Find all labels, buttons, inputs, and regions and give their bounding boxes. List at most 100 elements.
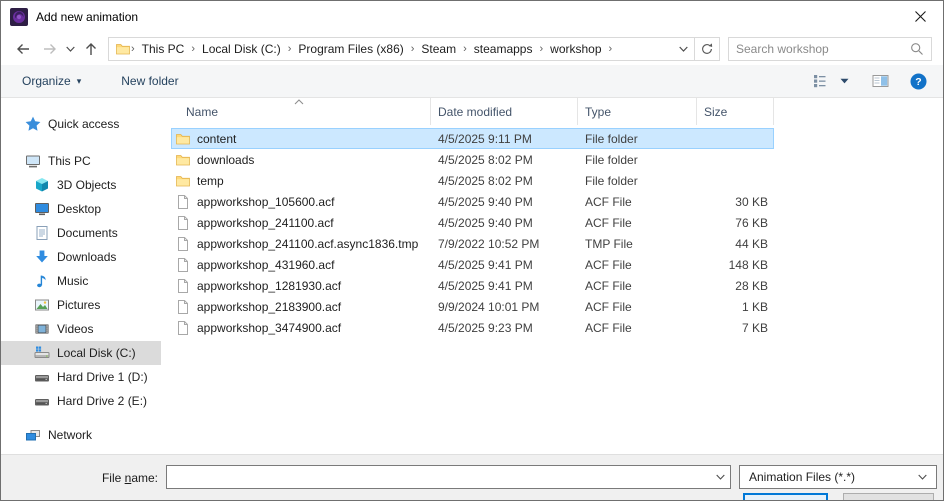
sidebar-label: Local Disk (C:) bbox=[57, 346, 136, 360]
open-button[interactable] bbox=[743, 493, 828, 500]
file-size: 30 KB bbox=[735, 194, 768, 209]
sidebar-item-network[interactable]: Network bbox=[1, 423, 161, 447]
preview-pane-button[interactable] bbox=[868, 68, 893, 94]
sidebar-label: 3D Objects bbox=[57, 178, 117, 192]
file-type: File folder bbox=[585, 152, 638, 167]
view-options-dropdown[interactable] bbox=[836, 68, 853, 94]
sidebar-item-quick-access[interactable]: Quick access bbox=[1, 112, 161, 136]
file-name: appworkshop_241100.acf.async1836.tmp bbox=[197, 236, 419, 251]
file-row-downloads[interactable]: downloads 4/5/2025 8:02 PM File folder bbox=[171, 149, 774, 170]
refresh-button[interactable] bbox=[694, 37, 719, 60]
file-type-dropdown-button[interactable] bbox=[913, 474, 932, 480]
back-button[interactable] bbox=[9, 36, 36, 62]
sidebar-item-pictures[interactable]: Pictures bbox=[1, 293, 161, 317]
column-header-date-modified[interactable]: Date modified bbox=[431, 98, 578, 125]
cancel-button[interactable] bbox=[843, 493, 934, 500]
sidebar-label: This PC bbox=[48, 154, 91, 168]
sidebar-item-desktop[interactable]: Desktop bbox=[1, 197, 161, 221]
change-view-button[interactable] bbox=[809, 68, 833, 94]
breadcrumb-program-files-x86[interactable]: Program Files (x86) bbox=[291, 42, 410, 56]
name-cell: appworkshop_431960.acf bbox=[171, 257, 431, 273]
file-icon bbox=[178, 299, 188, 314]
file-date: 7/9/2022 10:52 PM bbox=[438, 236, 540, 251]
file-type-select[interactable]: Animation Files (*.*) bbox=[739, 465, 937, 489]
list-header: Name Date modified Type Size bbox=[161, 98, 943, 125]
sidebar-item-hard-drive-1-d[interactable]: Hard Drive 1 (D:) bbox=[1, 365, 161, 389]
chevron-down-icon bbox=[716, 474, 725, 480]
sidebar-item-documents[interactable]: Documents bbox=[1, 221, 161, 245]
file-name: appworkshop_3474900.acf bbox=[197, 320, 342, 335]
picture-icon bbox=[35, 299, 49, 311]
file-name-input[interactable] bbox=[167, 466, 711, 488]
file-name-dropdown-button[interactable] bbox=[711, 466, 730, 488]
os-drive-icon bbox=[34, 346, 50, 358]
file-row-appworkshop-1281930[interactable]: appworkshop_1281930.acf 4/5/2025 9:41 PM… bbox=[171, 275, 774, 296]
network-icon bbox=[26, 430, 40, 441]
sidebar-item-local-disk-c[interactable]: Local Disk (C:) bbox=[1, 341, 161, 365]
file-row-appworkshop-2183900[interactable]: appworkshop_2183900.acf 9/9/2024 10:01 P… bbox=[171, 296, 774, 317]
file-name-label: File name: bbox=[1, 471, 158, 485]
close-button[interactable] bbox=[897, 1, 943, 32]
breadcrumb-local-disk-c[interactable]: Local Disk (C:) bbox=[195, 42, 288, 56]
navigation-pane: Quick access This PC 3D Objects Desktop … bbox=[1, 98, 161, 454]
file-icon bbox=[178, 215, 188, 230]
file-row-appworkshop-241100-tmp[interactable]: appworkshop_241100.acf.async1836.tmp 7/9… bbox=[171, 233, 774, 254]
command-toolbar: Organize ▾ New folder ? bbox=[1, 65, 943, 98]
new-folder-button[interactable]: New folder bbox=[112, 68, 187, 94]
up-button[interactable] bbox=[78, 36, 104, 62]
sidebar-item-hard-drive-2-e[interactable]: Hard Drive 2 (E:) bbox=[1, 389, 161, 413]
file-rows: content 4/5/2025 9:11 PM File folder dow… bbox=[171, 128, 774, 338]
sidebar-item-music[interactable]: Music bbox=[1, 269, 161, 293]
app-icon bbox=[10, 7, 28, 26]
sidebar-item-downloads[interactable]: Downloads bbox=[1, 245, 161, 269]
sidebar-label: Documents bbox=[57, 226, 118, 240]
name-cell: temp bbox=[171, 173, 431, 189]
breadcrumb-steam[interactable]: Steam bbox=[414, 42, 463, 56]
file-type: TMP File bbox=[585, 236, 633, 251]
forward-arrow-icon bbox=[43, 43, 56, 54]
file-type: ACF File bbox=[585, 278, 632, 293]
search-input[interactable] bbox=[736, 41, 910, 56]
sidebar-label: Downloads bbox=[57, 250, 117, 264]
sidebar-label: Desktop bbox=[57, 202, 102, 216]
file-dialog-window: Add new animation › This PC › Local Disk… bbox=[0, 0, 944, 501]
breadcrumb-steamapps[interactable]: steamapps bbox=[467, 42, 540, 56]
sidebar-item-videos[interactable]: Videos bbox=[1, 317, 161, 341]
file-row-appworkshop-105600[interactable]: appworkshop_105600.acf 4/5/2025 9:40 PM … bbox=[171, 191, 774, 212]
preview-pane-icon bbox=[872, 75, 889, 87]
help-button[interactable]: ? bbox=[906, 68, 931, 94]
forward-button[interactable] bbox=[36, 36, 63, 62]
search-icon[interactable] bbox=[910, 42, 924, 56]
file-name-combobox[interactable] bbox=[166, 465, 731, 489]
file-type: ACF File bbox=[585, 299, 632, 314]
breadcrumb-workshop[interactable]: workshop bbox=[543, 42, 608, 56]
search-box[interactable] bbox=[728, 36, 932, 61]
recent-locations-button[interactable] bbox=[63, 36, 78, 62]
breadcrumb-this-pc[interactable]: This PC bbox=[135, 42, 192, 56]
file-row-temp[interactable]: temp 4/5/2025 8:02 PM File folder bbox=[171, 170, 774, 191]
file-row-appworkshop-3474900[interactable]: appworkshop_3474900.acf 4/5/2025 9:23 PM… bbox=[171, 317, 774, 338]
organize-button[interactable]: Organize ▾ bbox=[13, 68, 90, 94]
desktop-icon bbox=[35, 203, 49, 216]
file-row-appworkshop-241100[interactable]: appworkshop_241100.acf 4/5/2025 9:40 PM … bbox=[171, 212, 774, 233]
chevron-down-icon bbox=[918, 474, 927, 480]
refresh-icon bbox=[702, 42, 713, 54]
address-bar[interactable]: › This PC › Local Disk (C:) › Program Fi… bbox=[108, 36, 720, 61]
column-header-type[interactable]: Type bbox=[578, 98, 697, 125]
close-icon bbox=[914, 11, 926, 22]
address-dropdown-button[interactable] bbox=[672, 38, 694, 60]
file-type: File folder bbox=[585, 173, 638, 188]
sidebar-item-3d-objects[interactable]: 3D Objects bbox=[1, 173, 161, 197]
column-label: Date modified bbox=[438, 104, 513, 119]
music-note-icon bbox=[37, 275, 46, 288]
file-row-content[interactable]: content 4/5/2025 9:11 PM File folder bbox=[171, 128, 774, 149]
file-date: 4/5/2025 9:11 PM bbox=[438, 131, 532, 146]
file-type-value: Animation Files (*.*) bbox=[749, 470, 856, 484]
file-type: ACF File bbox=[585, 215, 632, 230]
star-icon bbox=[25, 116, 41, 131]
sidebar-item-this-pc[interactable]: This PC bbox=[1, 149, 161, 173]
column-label: Name bbox=[186, 104, 219, 119]
column-header-size[interactable]: Size bbox=[697, 98, 774, 125]
file-row-appworkshop-431960[interactable]: appworkshop_431960.acf 4/5/2025 9:41 PM … bbox=[171, 254, 774, 275]
address-folder-icon bbox=[115, 41, 131, 57]
